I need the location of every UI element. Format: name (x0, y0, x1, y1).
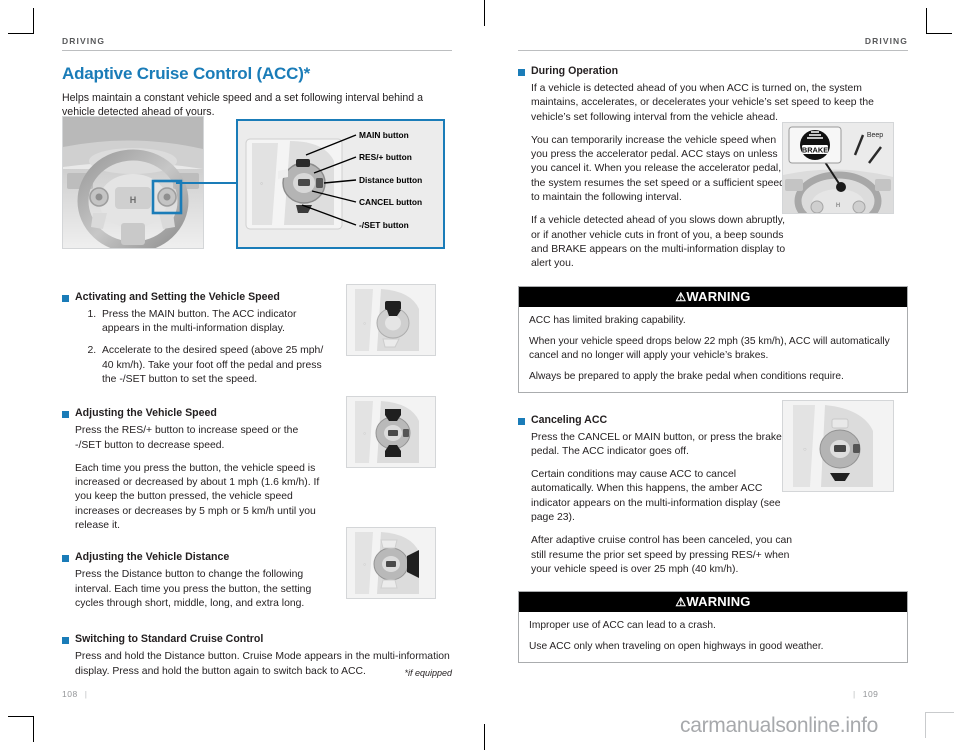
section-heading: During Operation (531, 65, 619, 77)
paragraph: Press the Distance button to change the … (75, 569, 312, 609)
paragraph: If a vehicle is detected ahead of you wh… (531, 83, 874, 123)
warning-body: ACC has limited braking capability. When… (519, 307, 907, 392)
warning-line: When your vehicle speed drops below 22 m… (529, 335, 890, 361)
section-bullet-icon (518, 417, 525, 425)
svg-text:Beep: Beep (867, 132, 883, 139)
warning-line: ACC has limited braking capability. (529, 314, 686, 326)
crop-mark-top-left-h (8, 33, 34, 34)
callout-connector-line (176, 182, 238, 184)
figure-res-set-buttons: ○ (346, 396, 436, 468)
callout-label-cancel: CANCEL button (359, 197, 423, 207)
warning-box-improper-use: ⚠WARNING Improper use of ACC can lead to… (518, 591, 908, 664)
paragraph: If a vehicle detected ahead of you slows… (531, 215, 786, 270)
svg-text:○: ○ (803, 447, 807, 453)
crop-mark-bottom-right-h (926, 712, 954, 713)
paragraph: Certain conditions may cause ACC to canc… (531, 469, 781, 524)
svg-text:BRAKE: BRAKE (802, 146, 828, 155)
section-body: Press the MAIN button. The ACC indicator… (62, 308, 324, 387)
paragraph: Each time you press the button, the vehi… (75, 462, 320, 532)
figure-cancel-buttons: ○ (782, 400, 894, 492)
page-title: Adaptive Cruise Control (ACC)* (62, 64, 311, 83)
crop-mark-top-right-h (926, 33, 952, 34)
svg-text:○: ○ (363, 321, 366, 327)
manual-page: DRIVING Adaptive Cruise Control (ACC)* H… (0, 0, 960, 750)
section-bullet-icon (62, 555, 69, 563)
section-heading: Switching to Standard Cruise Control (75, 633, 264, 646)
section-bullet-icon (62, 411, 69, 419)
crop-mark-top-left (33, 8, 34, 34)
warning-line: Improper use of ACC can lead to a crash. (529, 620, 716, 632)
running-head-left: DRIVING (62, 36, 106, 46)
figure-distance-button: ○ (346, 527, 436, 599)
callout-label-main: MAIN button (359, 130, 409, 140)
list-item: Accelerate to the desired speed (above 2… (99, 344, 324, 387)
crop-mark-top-center (484, 0, 485, 26)
page-number-left: 108 (62, 689, 78, 699)
folio-right: | 109 (846, 689, 878, 699)
svg-text:○: ○ (363, 562, 366, 568)
crop-mark-bottom-left (33, 716, 34, 742)
header-rule-left (62, 50, 452, 51)
folio-divider: | (853, 689, 856, 699)
section-body: Press the RES/+ button to increase speed… (62, 424, 324, 533)
crop-mark-bottom-left-h (8, 716, 34, 717)
crop-mark-bottom-right-v (925, 712, 926, 738)
watermark: carmanualsonline.info (680, 714, 878, 737)
crop-mark-bottom-center (484, 724, 485, 750)
if-equipped-note: *if equipped (404, 668, 452, 678)
section-bullet-icon (62, 294, 69, 302)
running-head-right: DRIVING (864, 36, 908, 46)
folio-left: 108 | (62, 689, 94, 699)
paragraph: You can temporarily increase the vehicle… (531, 134, 785, 204)
warning-title: WARNING (686, 594, 751, 610)
warning-line: Use ACC only when traveling on open high… (529, 641, 824, 653)
header-rule-right (518, 50, 908, 51)
warning-bar: ⚠WARNING (519, 286, 907, 307)
warning-bar: ⚠WARNING (519, 592, 907, 613)
page-number-right: 109 (862, 689, 879, 699)
callout-label-distance: Distance button (359, 175, 423, 185)
paragraph: Press the CANCEL or MAIN button, or pres… (531, 431, 782, 457)
warning-line: Always be prepared to apply the brake pe… (529, 370, 844, 382)
svg-text:○: ○ (363, 431, 366, 437)
acc-buttons-callout-figure: ○ MAIN button RES/+ button Distance butt… (236, 119, 445, 249)
section-during-operation: During Operation (518, 65, 908, 77)
paragraph: Press the RES/+ button to increase speed… (75, 425, 299, 451)
callout-label-set: -/SET button (359, 220, 409, 230)
svg-text:H: H (130, 195, 137, 205)
warning-body: Improper use of ACC can lead to a crash.… (519, 612, 907, 662)
section-bullet-icon (62, 637, 69, 645)
warning-title: WARNING (686, 288, 751, 304)
paragraph: After adaptive cruise control has been c… (531, 535, 793, 575)
section-switching-standard-cruise: Switching to Standard Cruise Control (62, 633, 452, 645)
figure-main-button: ○ (346, 284, 436, 356)
warning-triangle-icon: ⚠ (675, 289, 687, 304)
numbered-steps: Press the MAIN button. The ACC indicator… (75, 308, 324, 387)
section-bullet-icon (518, 69, 525, 76)
warning-triangle-icon: ⚠ (675, 595, 687, 610)
crop-mark-top-right (926, 8, 927, 34)
section-body: Press the Distance button to change the … (62, 568, 324, 611)
list-item: Press the MAIN button. The ACC indicator… (99, 308, 324, 337)
warning-box-braking: ⚠WARNING ACC has limited braking capabil… (518, 285, 908, 393)
svg-text:H: H (836, 203, 840, 209)
callout-label-res: RES/+ button (359, 152, 412, 162)
figure-brake-alert: H BRAKE Beep (782, 122, 894, 214)
folio-divider: | (84, 689, 88, 699)
svg-text:○: ○ (260, 181, 263, 187)
